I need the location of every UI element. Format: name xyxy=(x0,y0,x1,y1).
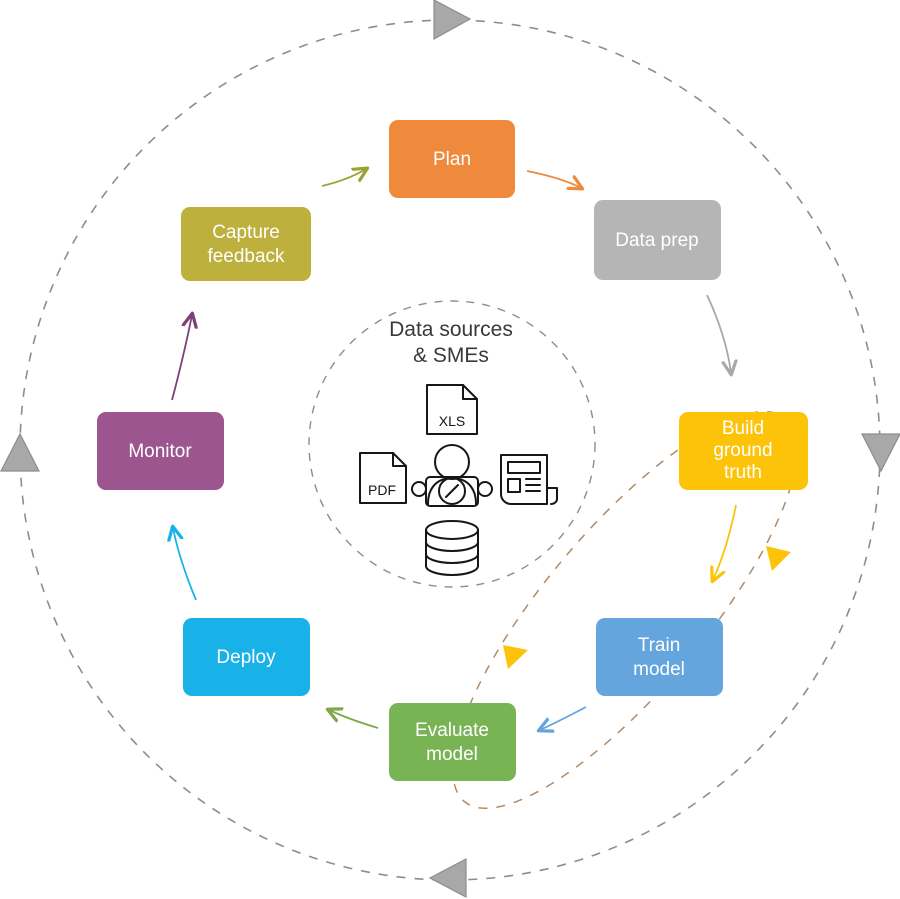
ring-arrow-top-icon xyxy=(433,0,472,41)
node-data-prep[interactable]: Data prep xyxy=(594,200,721,280)
node-capture-feedback[interactable]: Capture feedback xyxy=(181,207,311,281)
database-icon xyxy=(425,520,479,576)
xls-file-icon-label: XLS xyxy=(439,413,465,429)
center-title-line1: Data sources xyxy=(389,318,513,341)
node-data-prep-label: Data prep xyxy=(615,230,698,251)
node-capture-feedback-label-2: feedback xyxy=(207,246,285,267)
node-train-model-label-2: model xyxy=(633,659,685,680)
pdf-file-icon-label: PDF xyxy=(368,482,396,498)
loop-arrow-upper-icon xyxy=(766,546,791,571)
connector-capture-to-plan xyxy=(321,169,366,187)
node-monitor-label: Monitor xyxy=(128,441,192,462)
diagram-canvas: Plan Data prep Build ground truth Train … xyxy=(0,0,900,899)
node-capture-feedback-label-1: Capture xyxy=(212,222,280,243)
node-plan[interactable]: Plan xyxy=(389,120,515,198)
node-build-ground-truth-label-1: Build xyxy=(722,418,764,439)
loop-arrow-lower-icon xyxy=(503,645,528,669)
ring-arrow-right-icon xyxy=(861,433,900,473)
connector-deploy-to-monitor xyxy=(173,528,197,601)
node-evaluate-model-label-2: model xyxy=(426,744,478,765)
node-evaluate-model-label-1: Evaluate xyxy=(415,720,489,741)
lifecycle-diagram: Plan Data prep Build ground truth Train … xyxy=(0,0,900,898)
node-deploy-label: Deploy xyxy=(216,647,276,668)
connector-plan-to-data-prep xyxy=(526,170,581,188)
node-train-model[interactable]: Train model xyxy=(596,618,723,696)
subject-matter-expert-icon xyxy=(411,444,493,507)
node-evaluate-model[interactable]: Evaluate model xyxy=(389,703,516,781)
center-title-line2: & SMEs xyxy=(413,344,489,367)
connector-evaluate-to-deploy xyxy=(329,710,379,729)
node-build-ground-truth-label-2: ground xyxy=(713,440,772,461)
node-train-model-label-1: Train xyxy=(638,635,681,656)
node-build-ground-truth[interactable]: Build ground truth xyxy=(679,412,808,490)
xls-file-icon: XLS xyxy=(426,384,478,435)
connector-build-to-train xyxy=(713,504,737,580)
pdf-file-icon: PDF xyxy=(359,452,407,504)
connector-train-to-evaluate xyxy=(540,706,587,730)
connector-data-prep-to-build xyxy=(706,294,731,373)
node-plan-label: Plan xyxy=(433,149,471,170)
node-deploy[interactable]: Deploy xyxy=(183,618,310,696)
ring-arrow-bottom-icon xyxy=(428,858,467,898)
document-article-icon xyxy=(500,454,558,505)
node-build-ground-truth-label-3: truth xyxy=(724,462,762,483)
ring-arrow-left-icon xyxy=(0,432,40,472)
connector-monitor-to-capture xyxy=(171,315,192,401)
node-monitor[interactable]: Monitor xyxy=(97,412,224,490)
